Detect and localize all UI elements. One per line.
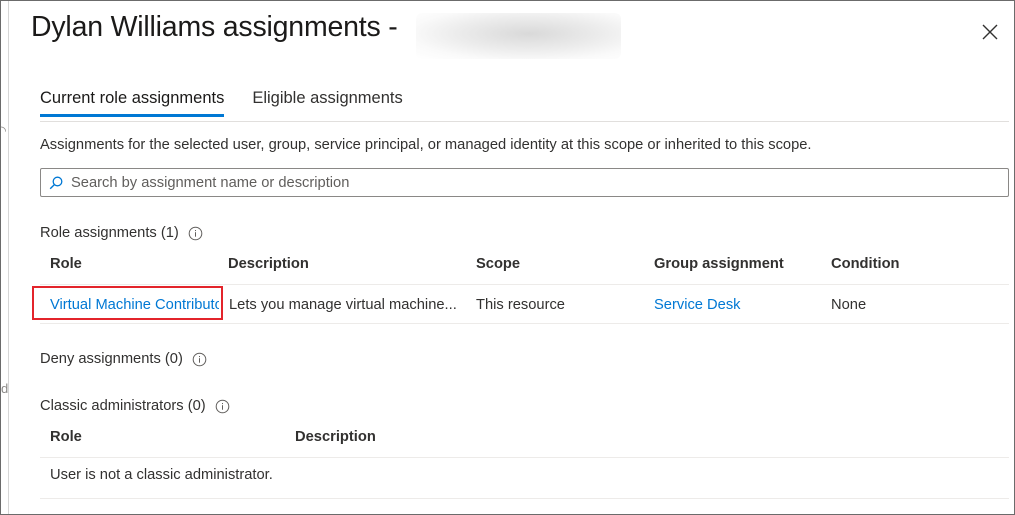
info-icon[interactable] xyxy=(215,399,230,414)
edge-glyph-mid: d xyxy=(1,381,9,396)
classic-admins-heading: Classic administrators (0) xyxy=(40,398,230,414)
left-divider xyxy=(8,1,9,514)
search-icon xyxy=(49,176,63,190)
role-assignments-heading: Role assignments (1) xyxy=(40,225,203,241)
classic-header-divider xyxy=(40,457,1009,458)
info-icon[interactable] xyxy=(192,352,207,367)
classic-empty-message: User is not a classic administrator. xyxy=(50,467,273,483)
edge-glyph-top: ◝ xyxy=(1,123,7,138)
classic-admins-label: Classic administrators (0) xyxy=(40,398,206,414)
classic-row-divider xyxy=(40,498,1009,499)
role-assignments-label: Role assignments (1) xyxy=(40,225,179,241)
row-divider xyxy=(40,323,1009,324)
assignment-tabs: Current role assignments Eligible assign… xyxy=(40,89,403,117)
role-scope: This resource xyxy=(476,297,565,313)
column-header-role[interactable]: Role xyxy=(50,256,82,272)
info-icon[interactable] xyxy=(188,226,203,241)
role-condition: None xyxy=(831,297,867,313)
close-icon xyxy=(982,24,998,40)
role-description: Lets you manage virtual machine... xyxy=(229,297,457,313)
deny-assignments-label: Deny assignments (0) xyxy=(40,351,183,367)
column-header-condition[interactable]: Condition xyxy=(831,256,900,272)
search-box[interactable] xyxy=(40,168,1009,197)
search-input[interactable] xyxy=(71,174,971,191)
header-divider xyxy=(40,284,1009,285)
close-button[interactable] xyxy=(977,19,1003,45)
column-header-scope[interactable]: Scope xyxy=(476,256,520,272)
redacted-name xyxy=(416,13,621,59)
tabs-divider xyxy=(40,121,1009,122)
tab-current-role-assignments[interactable]: Current role assignments xyxy=(40,89,225,117)
classic-column-header-role[interactable]: Role xyxy=(50,429,82,445)
role-highlight-box xyxy=(32,286,223,320)
panel-title: Dylan Williams assignments - xyxy=(31,11,398,43)
role-assignments-panel: ◝ d Dylan Williams assignments - Current… xyxy=(0,0,1015,515)
classic-column-header-description[interactable]: Description xyxy=(295,429,376,445)
tab-eligible-assignments[interactable]: Eligible assignments xyxy=(252,89,402,117)
assignments-description: Assignments for the selected user, group… xyxy=(40,137,812,153)
column-header-group-assignment[interactable]: Group assignment xyxy=(654,256,784,272)
column-header-description[interactable]: Description xyxy=(228,256,309,272)
deny-assignments-heading: Deny assignments (0) xyxy=(40,351,207,367)
group-assignment-link[interactable]: Service Desk xyxy=(654,297,741,313)
